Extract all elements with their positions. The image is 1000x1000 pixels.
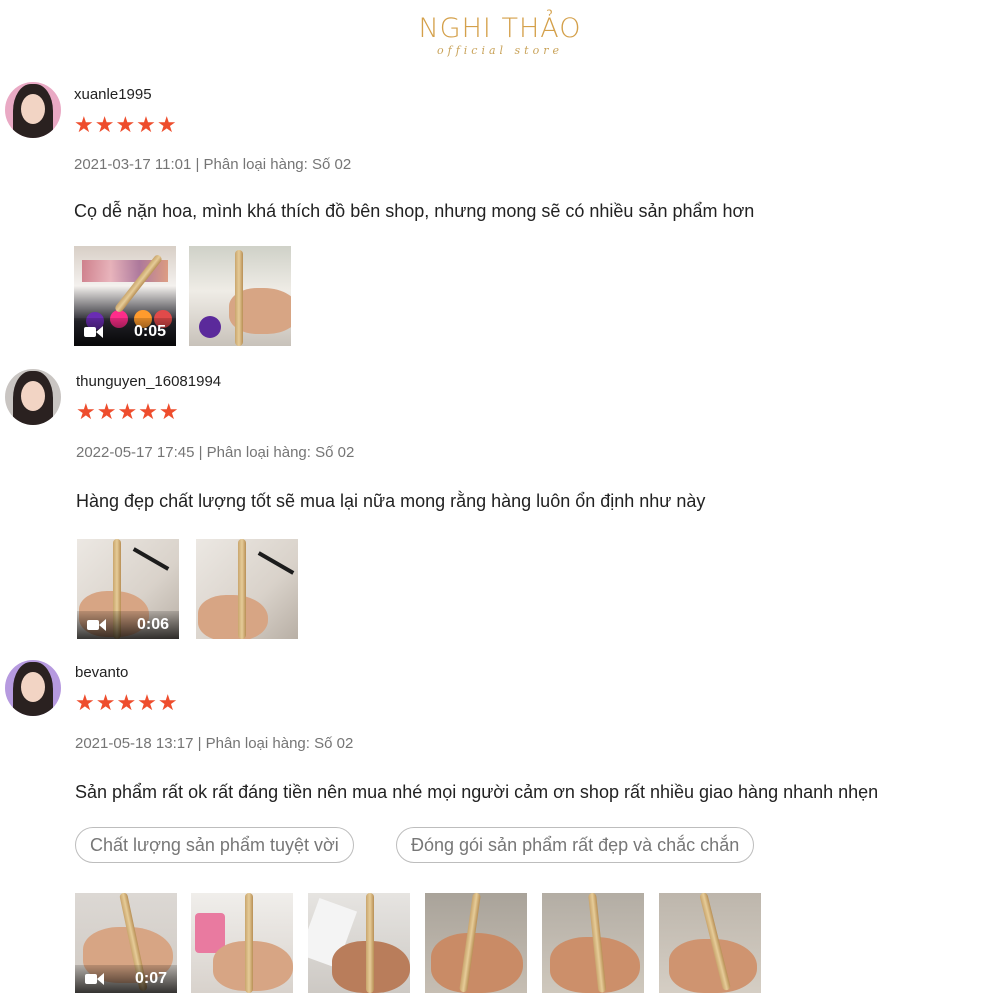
review-tag: Chất lượng sản phẩm tuyệt vời: [75, 827, 354, 863]
review-video-thumbnail[interactable]: 0:05: [74, 246, 176, 346]
brand-tagline: official store: [437, 44, 563, 57]
brand-name: NGHI THẢO: [418, 13, 582, 44]
review-photo-thumbnail[interactable]: [425, 893, 527, 993]
review-tag: Đóng gói sản phẩm rất đẹp và chắc chắn: [396, 827, 755, 863]
review-username: thunguyen_16081994: [76, 373, 222, 390]
avatar[interactable]: [5, 82, 61, 138]
avatar[interactable]: [5, 369, 61, 425]
review-comment: Cọ dễ nặn hoa, mình khá thích đồ bên sho…: [74, 201, 755, 221]
review-meta: 2022-05-17 17:45 | Phân loại hàng: Số 02: [76, 444, 355, 461]
rating-stars: ★★★★★: [75, 690, 179, 715]
video-duration: 0:06: [136, 616, 169, 633]
review-photo-thumbnail[interactable]: [659, 893, 761, 993]
brand-logo: NGHI THẢO official store: [0, 14, 1000, 58]
video-camera-icon: [84, 325, 104, 339]
review-video-thumbnail[interactable]: 0:06: [77, 539, 179, 639]
review-video-thumbnail[interactable]: 0:07: [75, 893, 177, 993]
review-username: xuanle1995: [74, 86, 152, 103]
review-photo-thumbnail[interactable]: [196, 539, 298, 639]
review-username: bevanto: [75, 664, 129, 681]
review-photo-thumbnail[interactable]: [308, 893, 410, 993]
review-photo-thumbnail[interactable]: [542, 893, 644, 993]
video-camera-icon: [85, 972, 105, 986]
review-meta: 2021-05-18 13:17 | Phân loại hàng: Số 02: [75, 735, 354, 752]
review-photo-thumbnail[interactable]: [191, 893, 293, 993]
review-meta: 2021-03-17 11:01 | Phân loại hàng: Số 02: [74, 156, 352, 173]
review-comment: Sản phẩm rất ok rất đáng tiền nên mua nh…: [75, 782, 879, 802]
video-camera-icon: [87, 618, 107, 632]
rating-stars: ★★★★★: [74, 112, 178, 137]
review-comment: Hàng đẹp chất lượng tốt sẽ mua lại nữa m…: [76, 491, 706, 511]
video-duration: 0:05: [133, 323, 166, 340]
rating-stars: ★★★★★: [76, 399, 180, 424]
review-photo-thumbnail[interactable]: [189, 246, 291, 346]
avatar[interactable]: [5, 660, 61, 716]
video-duration: 0:07: [134, 970, 167, 987]
